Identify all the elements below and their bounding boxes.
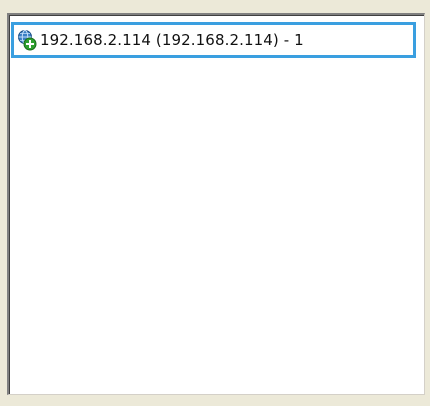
host-listbox-bevel [9,15,424,394]
host-listbox[interactable]: 192.168.2.114 (192.168.2.114) - 1 [7,13,425,395]
host-item-label: 192.168.2.114 (192.168.2.114) - 1 [40,31,304,49]
list-item-host[interactable]: 192.168.2.114 (192.168.2.114) - 1 [11,22,416,58]
network-host-add-icon [16,29,38,51]
host-list-panel: 192.168.2.114 (192.168.2.114) - 1 [0,0,430,406]
